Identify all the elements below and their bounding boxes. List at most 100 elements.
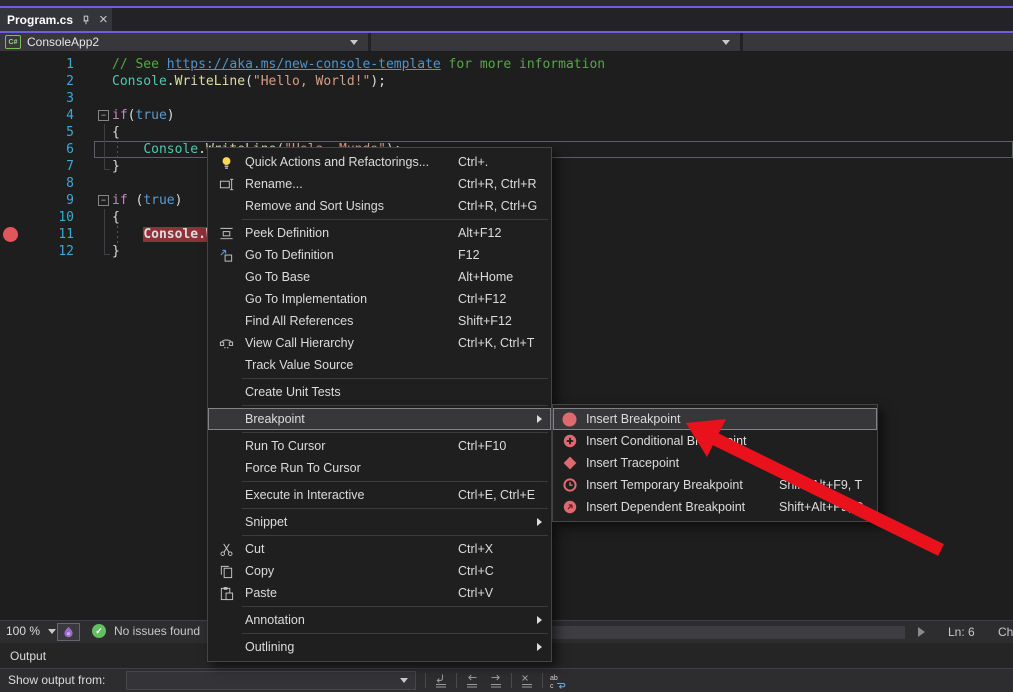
code-line-3[interactable]: 3 <box>0 90 1013 107</box>
code-text[interactable]: } <box>112 243 120 260</box>
member-dropdown[interactable] <box>743 33 1013 51</box>
margin-indicator-button[interactable] <box>57 623 80 641</box>
code-line-1[interactable]: 1// See https://aka.ms/new-console-templ… <box>0 56 1013 73</box>
menu-item-go-to-implementation[interactable]: Go To ImplementationCtrl+F12 <box>208 288 551 310</box>
menu-item-rename[interactable]: Rename...Ctrl+R, Ctrl+R <box>208 173 551 195</box>
scope-guide-line <box>104 226 105 243</box>
code-text[interactable]: } <box>112 158 120 175</box>
fold-column <box>94 56 112 73</box>
menu-item-shortcut: Ctrl+E, Ctrl+E <box>458 488 535 502</box>
line-body[interactable] <box>94 90 1013 107</box>
code-line-2[interactable]: 2Console.WriteLine("Hello, World!"); <box>0 73 1013 90</box>
code-segment: // See <box>112 57 167 72</box>
fold-column[interactable]: − <box>94 192 112 209</box>
menu-item-view-call-hierarchy[interactable]: View Call HierarchyCtrl+K, Ctrl+T <box>208 332 551 354</box>
code-text[interactable]: if(true) <box>112 107 175 124</box>
submenu-item-insert-tracepoint[interactable]: Insert Tracepoint <box>553 452 877 474</box>
menu-item-peek-definition[interactable]: Peek DefinitionAlt+F12 <box>208 222 551 244</box>
code-segment: ); <box>370 74 386 89</box>
column-indicator: Ch <box>998 625 1013 639</box>
zoom-level-dropdown[interactable]: 100 % <box>6 624 56 638</box>
gutter-spacer <box>74 158 94 175</box>
line-body[interactable]: Console.WriteLine("Hello, World!"); <box>94 73 1013 90</box>
menu-item-go-to-base[interactable]: Go To BaseAlt+Home <box>208 266 551 288</box>
chevron-down-icon <box>350 40 358 45</box>
submenu-item-insert-dependent-breakpoint[interactable]: Insert Dependent BreakpointShift+Alt+F9,… <box>553 496 877 518</box>
find-message-icon[interactable] <box>429 671 453 690</box>
menu-item-label: Cut <box>245 542 264 556</box>
breakpoint-margin[interactable] <box>0 90 20 107</box>
menu-item-shortcut: Ctrl+F10 <box>458 439 506 453</box>
breakpoint-margin[interactable] <box>0 73 20 90</box>
submenu-item-insert-conditional-breakpoint[interactable]: Insert Conditional Breakpoint <box>553 430 877 452</box>
menu-item-cut[interactable]: CutCtrl+X <box>208 538 551 560</box>
pin-icon[interactable] <box>80 14 92 26</box>
breakpoint-line-text: Console.W <box>143 227 213 242</box>
svg-text:ab: ab <box>550 675 558 682</box>
code-segment: "Hello, World!" <box>253 74 370 89</box>
close-icon[interactable]: × <box>99 14 108 26</box>
code-text[interactable]: { <box>112 124 120 141</box>
code-text[interactable]: if (true) <box>112 192 182 209</box>
code-segment: } <box>112 159 120 174</box>
breakpoint-margin[interactable] <box>0 141 20 158</box>
menu-item-quick-actions-and-refactorings[interactable]: Quick Actions and Refactorings...Ctrl+. <box>208 151 551 173</box>
breakpoint-margin[interactable] <box>0 124 20 141</box>
breakpoint-margin[interactable] <box>0 243 20 260</box>
breakpoint-margin[interactable] <box>0 107 20 124</box>
breakpoint-dot-icon[interactable] <box>3 227 18 242</box>
collapse-region-icon[interactable]: − <box>98 110 109 121</box>
menu-item-paste[interactable]: PasteCtrl+V <box>208 582 551 604</box>
menu-item-shortcut: Shift+F12 <box>458 314 512 328</box>
menu-item-find-all-references[interactable]: Find All ReferencesShift+F12 <box>208 310 551 332</box>
menu-item-run-to-cursor[interactable]: Run To CursorCtrl+F10 <box>208 435 551 457</box>
type-dropdown[interactable] <box>371 33 740 51</box>
word-wrap-icon[interactable]: abc <box>546 671 570 690</box>
submenu-arrow-icon <box>537 518 542 526</box>
submenu-item-insert-breakpoint[interactable]: Insert Breakpoint <box>553 408 877 430</box>
menu-item-annotation[interactable]: Annotation <box>208 609 551 631</box>
menu-item-remove-and-sort-usings[interactable]: Remove and Sort UsingsCtrl+R, Ctrl+G <box>208 195 551 217</box>
gutter-spacer <box>74 90 94 107</box>
menu-item-track-value-source[interactable]: Track Value Source <box>208 354 551 376</box>
menu-item-outlining[interactable]: Outlining <box>208 636 551 658</box>
breakpoint-margin[interactable] <box>0 226 20 243</box>
submenu-item-insert-temporary-breakpoint[interactable]: Insert Temporary BreakpointShift+Alt+F9,… <box>553 474 877 496</box>
previous-message-icon[interactable] <box>460 671 484 690</box>
code-text[interactable]: // See https://aka.ms/new-console-templa… <box>112 56 605 73</box>
clear-all-icon[interactable] <box>515 671 539 690</box>
breakpoint-margin[interactable] <box>0 209 20 226</box>
menu-item-copy[interactable]: CopyCtrl+C <box>208 560 551 582</box>
output-source-dropdown[interactable] <box>126 671 416 690</box>
project-dropdown[interactable]: C# ConsoleApp2 <box>0 33 368 51</box>
menu-item-label: Copy <box>245 564 274 578</box>
line-body[interactable]: { <box>94 124 1013 141</box>
line-body[interactable]: −if(true) <box>94 107 1013 124</box>
breakpoint-margin[interactable] <box>0 192 20 209</box>
code-text[interactable]: { <box>112 209 120 226</box>
code-text[interactable]: Console.WriteLine("Hello, World!"); <box>112 73 386 90</box>
next-message-icon[interactable] <box>484 671 508 690</box>
breakpoint-margin[interactable] <box>0 158 20 175</box>
breakpoint-margin[interactable] <box>0 175 20 192</box>
menu-item-force-run-to-cursor[interactable]: Force Run To Cursor <box>208 457 551 479</box>
collapse-region-icon[interactable]: − <box>98 195 109 206</box>
menu-item-snippet[interactable]: Snippet <box>208 511 551 533</box>
code-line-4[interactable]: 4−if(true) <box>0 107 1013 124</box>
menu-item-breakpoint[interactable]: Breakpoint <box>208 408 551 430</box>
menu-item-execute-in-interactive[interactable]: Execute in InteractiveCtrl+E, Ctrl+E <box>208 484 551 506</box>
menu-item-create-unit-tests[interactable]: Create Unit Tests <box>208 381 551 403</box>
tab-program-cs[interactable]: Program.cs × <box>0 8 112 31</box>
scroll-right-icon[interactable] <box>918 627 925 637</box>
fold-column <box>94 226 112 243</box>
menu-item-go-to-definition[interactable]: Go To DefinitionF12 <box>208 244 551 266</box>
document-health-indicator[interactable]: ✓ No issues found <box>92 624 200 638</box>
fold-column <box>94 73 112 90</box>
code-text[interactable]: Console.W <box>112 226 214 243</box>
document-tab-bar: Program.cs × <box>0 8 1013 31</box>
scope-guide-corner <box>104 158 110 170</box>
code-line-5[interactable]: 5{ <box>0 124 1013 141</box>
fold-column[interactable]: − <box>94 107 112 124</box>
line-body[interactable]: // See https://aka.ms/new-console-templa… <box>94 56 1013 73</box>
breakpoint-margin[interactable] <box>0 56 20 73</box>
